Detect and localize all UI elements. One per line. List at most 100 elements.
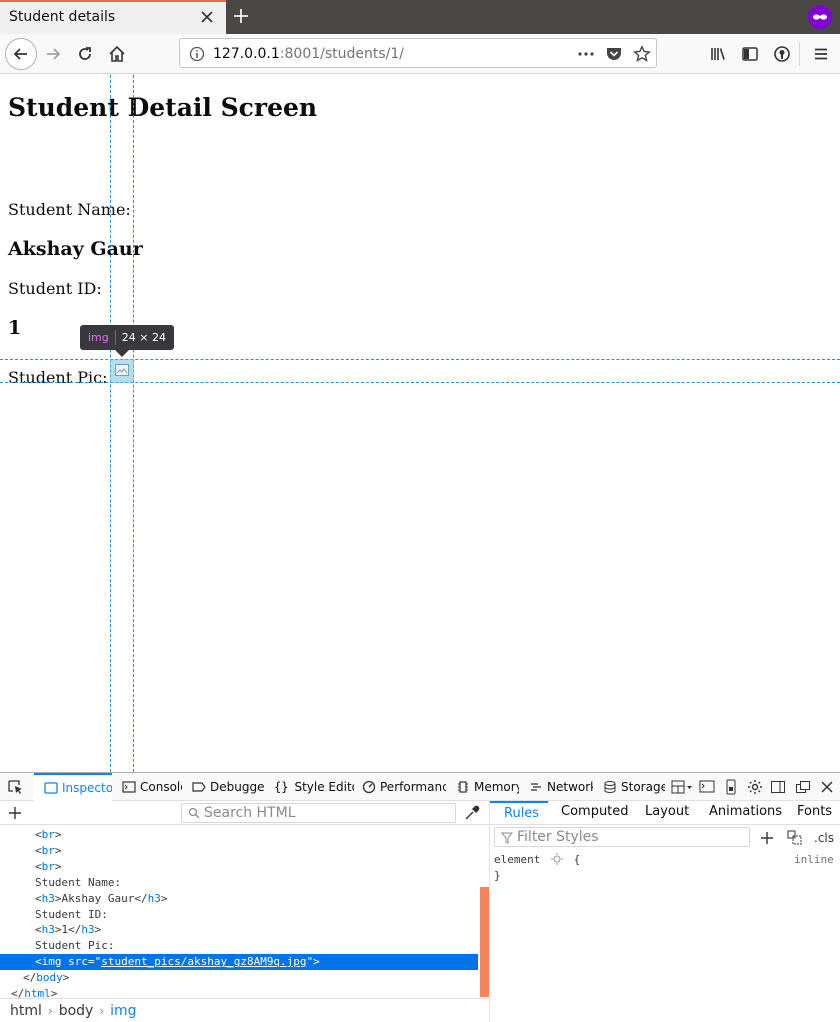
tab-computed[interactable]: Computed [561, 801, 629, 825]
tab-console-label: Console [140, 780, 182, 794]
pseudo-class-icon[interactable] [786, 829, 804, 847]
eyedropper-icon[interactable] [463, 804, 481, 822]
search-html-input[interactable]: Search HTML [181, 803, 456, 823]
memory-icon [458, 781, 468, 793]
cls-toggle[interactable]: .cls [814, 831, 834, 845]
device-icon[interactable] [722, 778, 740, 796]
tab-storage[interactable]: Storage [599, 773, 665, 801]
account-icon [774, 46, 790, 62]
back-button[interactable] [5, 38, 37, 70]
markup-node[interactable]: <img src="student_pics/akshay_gz8AM9q.jp… [0, 954, 478, 971]
tab-style-editor-label: Style Editor [294, 780, 354, 794]
reload-icon [79, 47, 91, 60]
tab-layout[interactable]: Layout [645, 801, 689, 825]
tab-debugger[interactable]: Debugger [188, 773, 264, 801]
new-tab-icon[interactable] [231, 6, 251, 26]
tooltip-tag: img [88, 331, 109, 344]
url-path: :8001/students/1/ [279, 46, 405, 62]
markup-node[interactable]: Student Pic: [0, 938, 478, 954]
private-browsing-icon [808, 5, 832, 29]
element-picker-icon[interactable] [6, 778, 24, 796]
markup-node[interactable]: <br> [0, 827, 478, 843]
breadcrumb-html[interactable]: html [10, 1003, 42, 1019]
student-pic-label: Student Pic: [8, 368, 108, 387]
layout-dropdown-icon[interactable] [670, 778, 694, 796]
add-node-icon[interactable] [6, 804, 24, 822]
tab-performance[interactable]: Performance [358, 773, 446, 801]
tab-memory[interactable]: Memory [452, 773, 519, 801]
pocket-icon[interactable] [605, 45, 623, 63]
braces-icon: {} [274, 780, 289, 794]
tab-style-editor[interactable]: {} Style Editor [270, 773, 354, 801]
sidebar-button[interactable] [735, 39, 765, 69]
tab-fonts[interactable]: Fonts [797, 801, 832, 825]
sidebar-icon [742, 47, 758, 61]
close-icon[interactable] [200, 10, 214, 24]
tab-inspector[interactable]: Inspector [34, 773, 112, 801]
tab-strip: Student details [0, 0, 840, 34]
markup-node[interactable]: <h3>Akshay Gaur</h3> [0, 891, 478, 907]
navigation-toolbar: 127.0.0.1:8001/students/1/ [0, 34, 840, 74]
filter-styles-input[interactable]: Filter Styles [494, 827, 750, 847]
inspector-icon [44, 782, 58, 794]
dock-side-icon[interactable] [769, 778, 787, 796]
search-html-placeholder: Search HTML [204, 805, 296, 821]
broken-image-icon [115, 364, 129, 376]
filter-styles-placeholder: Filter Styles [517, 829, 599, 845]
close-devtools-icon[interactable] [818, 778, 836, 796]
console-icon [122, 781, 136, 793]
hamburger-menu-icon [815, 48, 827, 60]
devtools-panel: Inspector Console Debugger {} Style Edit… [0, 772, 840, 1022]
library-button[interactable] [703, 39, 733, 69]
tab-rules[interactable]: Rules [490, 801, 548, 825]
settings-gear-icon[interactable] [746, 778, 764, 796]
storage-icon [604, 781, 616, 793]
bookmark-star-icon[interactable] [633, 45, 651, 63]
tab-animations[interactable]: Animations [709, 801, 782, 825]
breadcrumb-separator: › [99, 1004, 105, 1018]
tab-network[interactable]: Network [525, 773, 593, 801]
debugger-icon [192, 782, 206, 792]
tooltip-size: 24 × 24 [121, 331, 166, 344]
markup-node[interactable]: Student Name: [0, 875, 478, 891]
responsive-design-icon[interactable] [698, 778, 716, 796]
markup-node[interactable]: Student ID: [0, 907, 478, 923]
tab-performance-label: Performance [380, 780, 446, 794]
tooltip-arrow [115, 350, 129, 357]
breadcrumb-body[interactable]: body [59, 1003, 94, 1019]
forward-button[interactable] [38, 39, 68, 69]
page-content: Student Detail Screen Student Name: Aksh… [0, 75, 840, 772]
add-rule-icon[interactable] [758, 829, 776, 847]
markup-tree[interactable]: <br> <br> <br> Student Name: <h3>Akshay Gaur… [0, 827, 478, 1000]
tab-inspector-label: Inspector [62, 781, 112, 795]
home-icon [109, 45, 125, 62]
markup-node[interactable]: <br> [0, 859, 478, 875]
tab-console[interactable]: Console [118, 773, 182, 801]
url-bar[interactable]: 127.0.0.1:8001/students/1/ [179, 38, 657, 68]
student-id-label: Student ID: [8, 279, 102, 298]
browser-tab[interactable]: Student details [0, 0, 226, 34]
separate-window-icon[interactable] [794, 778, 812, 796]
sidebar-tabs: Rules Computed Layout Animations Fonts [490, 801, 840, 825]
breadcrumb-img[interactable]: img [110, 1003, 136, 1019]
rule-source[interactable]: inline [794, 853, 834, 866]
home-button[interactable] [102, 39, 132, 69]
performance-icon [362, 780, 376, 794]
library-icon [711, 48, 725, 60]
arrow-left-icon [13, 48, 27, 60]
url-text[interactable]: 127.0.0.1:8001/students/1/ [213, 46, 404, 62]
account-button[interactable] [767, 39, 797, 69]
filter-icon [501, 832, 513, 844]
toolbar-separator [799, 42, 800, 66]
menu-button[interactable] [806, 39, 836, 69]
rule-selector[interactable]: element [494, 853, 540, 866]
markup-node[interactable]: </body> [0, 970, 478, 986]
network-icon [531, 783, 541, 791]
highlight-element-icon[interactable] [550, 853, 563, 865]
markup-node[interactable]: <h3>1</h3> [0, 922, 478, 938]
info-icon[interactable] [188, 45, 206, 63]
markup-node[interactable]: <br> [0, 843, 478, 859]
page-actions-icon[interactable] [577, 45, 595, 63]
reload-button[interactable] [70, 39, 100, 69]
markup-scrollbar-thumb[interactable] [480, 887, 489, 997]
